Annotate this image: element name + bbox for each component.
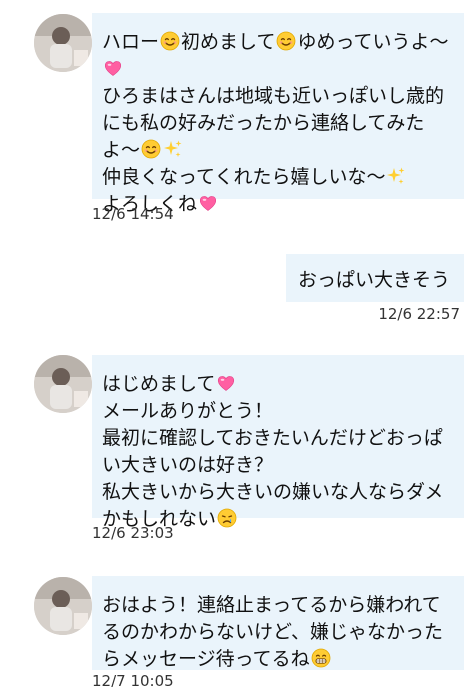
- chat-thread: ハロー 初めまして ゆめっていうよ〜 ひろまはさんは地域も近いっぽいし歳的にも私の好…: [0, 0, 470, 687]
- avatar-photo: [34, 14, 92, 72]
- sparkles-emoji-icon: [163, 139, 183, 159]
- sender-avatar[interactable]: [34, 355, 92, 413]
- message-bubble[interactable]: おはよう！連絡止まってるから嫌われてるのかわからないけど、嫌じゃなかったらメッセ…: [92, 576, 464, 670]
- heart-emoji-icon: [198, 193, 218, 213]
- message-text: 初めまして: [181, 31, 276, 53]
- smile-emoji-icon: [141, 139, 161, 159]
- message-timestamp: 12/6 23:03: [92, 524, 174, 542]
- message-bubble[interactable]: ハロー 初めまして ゆめっていうよ〜 ひろまはさんは地域も近いっぽいし歳的にも私の好…: [92, 13, 464, 215]
- message-timestamp: 12/6 22:57: [378, 305, 460, 323]
- avatar-photo: [34, 355, 92, 413]
- message-bubble[interactable]: はじめまして メールありがとう！ 最初に確認しておきたいんだけどおっぱい大きいの…: [92, 355, 464, 530]
- message-bubble[interactable]: おっぱい大きそう: [285, 254, 464, 302]
- avatar-photo: [34, 577, 92, 635]
- message-text: メールありがとう！ 最初に確認しておきたいんだけどおっぱい大きいのは好き？ 私大…: [102, 400, 444, 530]
- smile-emoji-icon: [276, 31, 296, 51]
- message-timestamp: 12/6 14:54: [92, 205, 174, 223]
- heart-emoji-icon: [103, 58, 123, 78]
- message-text: おはよう！連絡止まってるから嫌われてるのかわからないけど、嫌じゃなかったらメッセ…: [102, 594, 444, 670]
- message-text: ゆめっていうよ〜: [297, 31, 449, 53]
- message-timestamp: 12/7 10:05: [92, 672, 174, 687]
- grin-emoji-icon: [311, 648, 331, 668]
- smile-emoji-icon: [160, 31, 180, 51]
- sparkles-emoji-icon: [386, 166, 406, 186]
- crying-emoji-icon: [217, 508, 237, 528]
- sender-avatar[interactable]: [34, 577, 92, 635]
- message-text: ハロー: [102, 31, 160, 53]
- message-text: はじめまして: [102, 373, 216, 395]
- heart-emoji-icon: [216, 373, 236, 393]
- message-text: 仲良くなってくれたら嬉しいな〜: [102, 166, 386, 188]
- sender-avatar[interactable]: [34, 14, 92, 72]
- message-text: おっぱい大きそう: [297, 269, 450, 291]
